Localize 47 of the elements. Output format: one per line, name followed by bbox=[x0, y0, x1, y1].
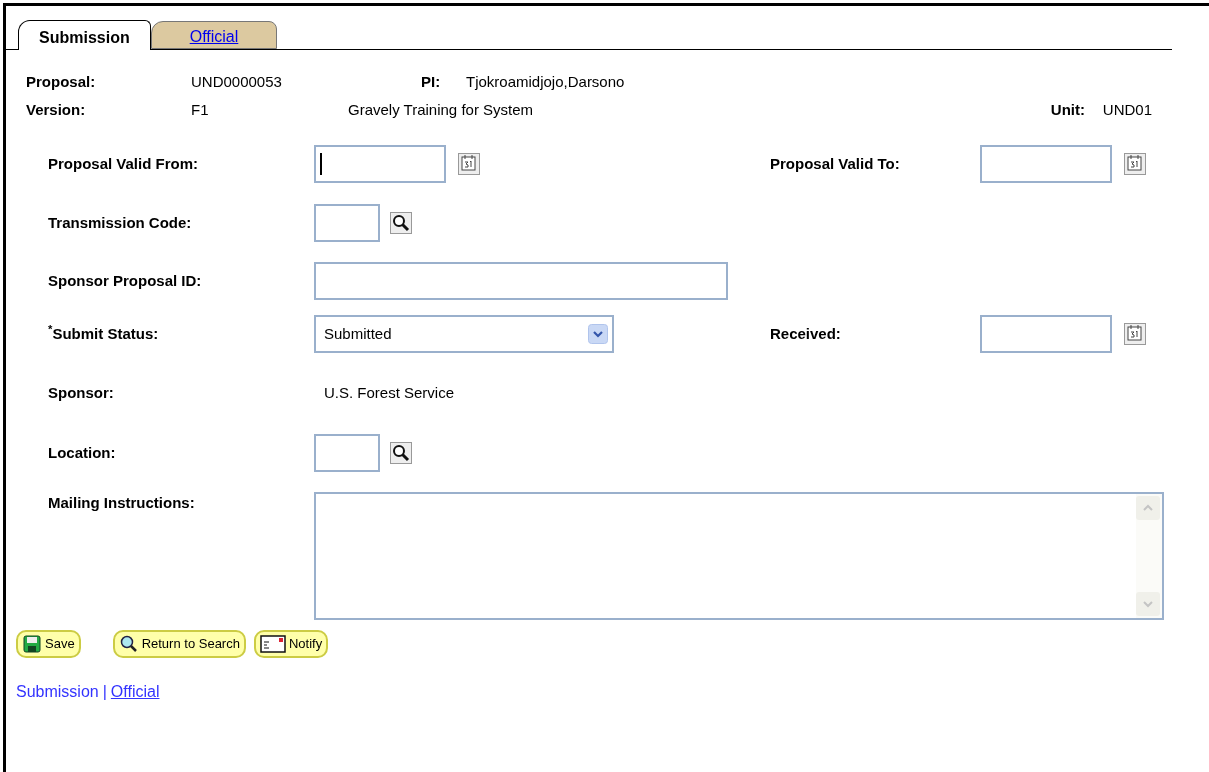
field-label: Received: bbox=[770, 323, 842, 344]
field-label: PI: bbox=[421, 71, 442, 92]
calendar-icon[interactable] bbox=[1124, 153, 1146, 175]
field-value: UND01 bbox=[1102, 99, 1152, 120]
link[interactable]: Official bbox=[110, 680, 160, 704]
link[interactable]: Submission bbox=[16, 680, 99, 704]
scrollbar[interactable] bbox=[1136, 494, 1162, 618]
input-field[interactable] bbox=[314, 204, 380, 242]
field-label: Unit: bbox=[1050, 99, 1086, 120]
tab[interactable]: Submission bbox=[18, 20, 151, 50]
scroll-up-icon[interactable] bbox=[1136, 496, 1160, 520]
button[interactable]: Notify bbox=[253, 630, 329, 658]
search-icon[interactable] bbox=[390, 212, 412, 234]
button[interactable]: Return to Search bbox=[112, 630, 246, 658]
calendar-icon[interactable] bbox=[1124, 323, 1146, 345]
input-field[interactable] bbox=[314, 262, 728, 300]
calendar-icon[interactable] bbox=[458, 153, 480, 175]
input-field[interactable] bbox=[314, 434, 380, 472]
search-icon[interactable] bbox=[390, 442, 412, 464]
dropdown[interactable]: Submitted bbox=[314, 315, 614, 353]
separator: | bbox=[102, 682, 107, 702]
save-icon bbox=[22, 635, 42, 653]
field-label: Mailing Instructions: bbox=[48, 493, 196, 513]
field-label: Proposal Valid From: bbox=[48, 153, 200, 174]
date-field[interactable] bbox=[980, 315, 1112, 353]
text-area[interactable] bbox=[314, 492, 1164, 620]
field-label: Sponsor Proposal ID: bbox=[48, 270, 203, 291]
field-value: Gravely Training for System bbox=[348, 99, 535, 120]
tab[interactable]: Official bbox=[150, 21, 278, 49]
field-label: Proposal: bbox=[26, 71, 97, 92]
scroll-down-icon[interactable] bbox=[1136, 592, 1160, 616]
field-label: Version: bbox=[26, 99, 87, 120]
field-label: Proposal Valid To: bbox=[770, 153, 901, 174]
date-field[interactable] bbox=[314, 145, 446, 183]
search-icon bbox=[118, 635, 139, 653]
field-value: UND0000053 bbox=[191, 71, 283, 92]
field-value: F1 bbox=[191, 99, 210, 120]
field-label: Transmission Code: bbox=[48, 212, 193, 233]
field-value: U.S. Forest Service bbox=[323, 382, 455, 403]
envelope-icon bbox=[259, 635, 286, 653]
text-cursor bbox=[320, 153, 322, 175]
field-label: Location: bbox=[48, 442, 117, 463]
button[interactable]: Save bbox=[16, 630, 81, 658]
date-field[interactable] bbox=[980, 145, 1112, 183]
field-label: $^{*}$Submit Status: bbox=[48, 322, 160, 344]
field-value: Tjokroamidjojo,Darsono bbox=[466, 71, 625, 92]
field-label: Sponsor: bbox=[48, 382, 115, 403]
